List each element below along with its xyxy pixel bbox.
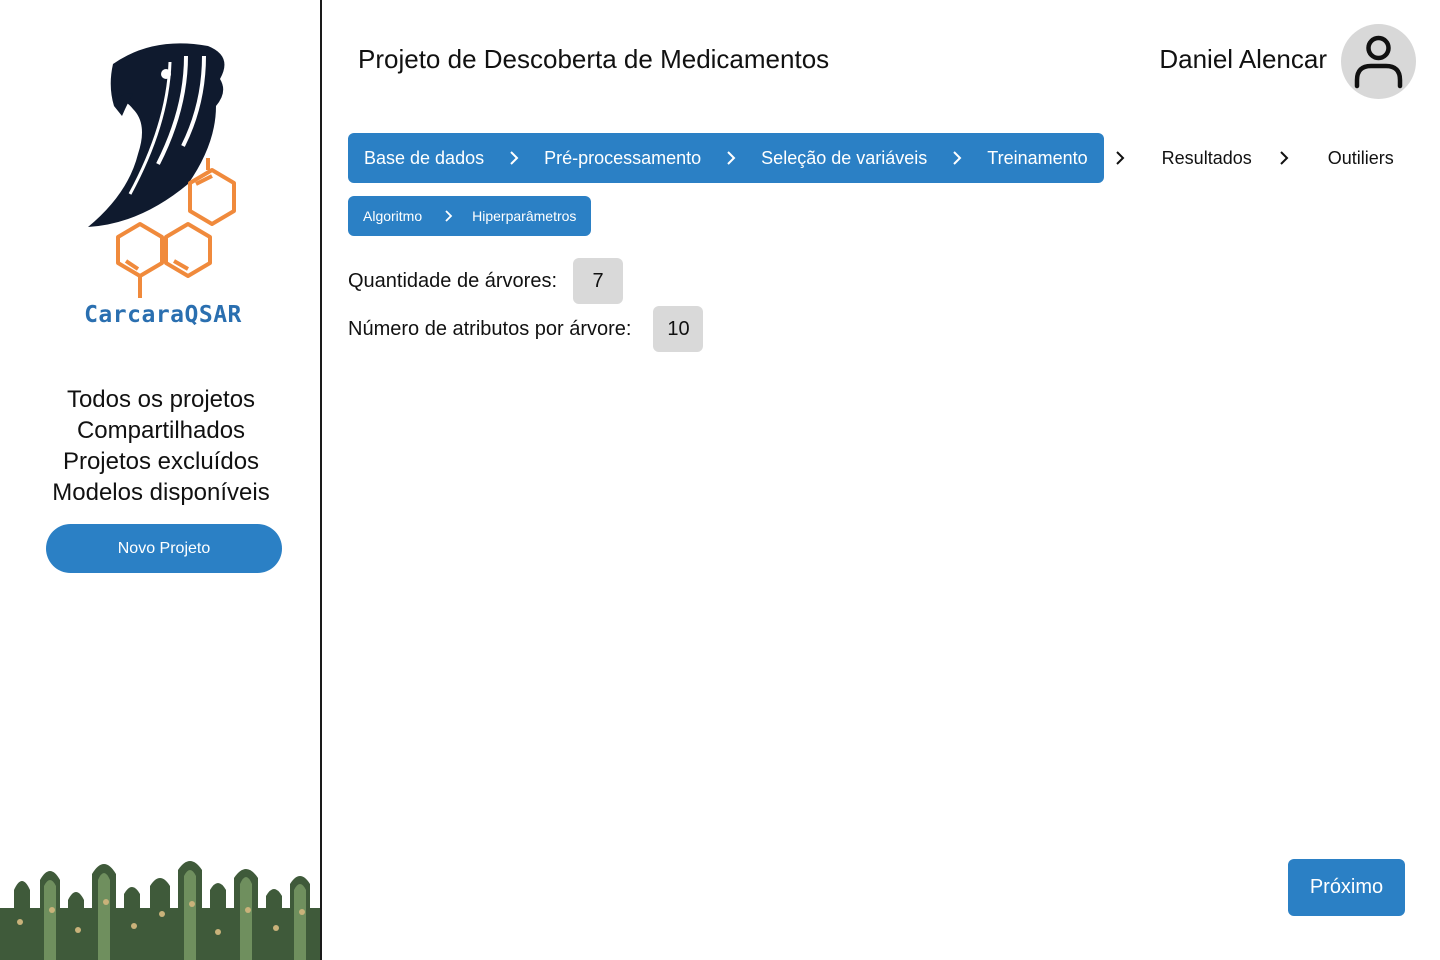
sidebar-item-projetos-excluidos[interactable]: Projetos excluídos (0, 446, 320, 477)
chevron-right-icon (727, 151, 736, 165)
next-button[interactable]: Próximo (1288, 859, 1405, 916)
chevron-right-icon (445, 210, 453, 222)
chevron-right-icon (953, 151, 962, 165)
chevron-right-icon (1115, 151, 1125, 165)
sidebar-nav: Todos os projetos Compartilhados Projeto… (0, 384, 320, 508)
new-project-button[interactable]: Novo Projeto (46, 524, 282, 573)
workflow-steps: Base de dados Pré-processamento Seleção … (348, 133, 1394, 183)
step-selecao-de-variaveis[interactable]: Seleção de variáveis (761, 148, 927, 169)
sidebar-item-todos-os-projetos[interactable]: Todos os projetos (0, 384, 320, 415)
step-treinamento[interactable]: Treinamento (987, 148, 1087, 169)
attributes-per-tree-input[interactable]: 10 (653, 306, 704, 352)
completed-steps: Base de dados Pré-processamento Seleção … (348, 133, 1104, 183)
upcoming-steps: Resultados Outiliers (1104, 148, 1394, 169)
avatar[interactable] (1341, 24, 1416, 99)
user-icon (1354, 35, 1403, 89)
substep-hiperparametros[interactable]: Hiperparâmetros (472, 208, 576, 224)
carcara-bird-molecule-logo (88, 43, 236, 298)
carcaraqsar-logo[interactable]: CarcaraQSAR (78, 34, 248, 339)
substep-algoritmo[interactable]: Algoritmo (363, 208, 422, 224)
step-resultados[interactable]: Resultados (1162, 148, 1252, 169)
cactus-illustration (0, 861, 320, 960)
sidebar: CarcaraQSAR Todos os projetos Compartilh… (0, 0, 322, 960)
chevron-right-icon (1280, 151, 1289, 165)
param-label-attributes: Número de atributos por árvore: (348, 317, 632, 340)
chevron-right-icon (510, 151, 519, 165)
param-label-trees: Quantidade de árvores: (348, 269, 558, 292)
param-row-attributes: Número de atributos por árvore: 10 (348, 306, 704, 352)
step-outliers[interactable]: Outiliers (1328, 148, 1394, 169)
trees-count-input[interactable]: 7 (573, 258, 624, 304)
step-base-de-dados[interactable]: Base de dados (364, 148, 484, 169)
logo-text: CarcaraQSAR (84, 302, 242, 328)
param-row-trees: Quantidade de árvores: 7 (348, 258, 624, 304)
user-name: Daniel Alencar (1159, 44, 1327, 74)
page-title: Projeto de Descoberta de Medicamentos (358, 44, 830, 74)
sidebar-item-compartilhados[interactable]: Compartilhados (0, 415, 320, 446)
training-substeps: Algoritmo Hiperparâmetros (348, 196, 592, 236)
step-pre-processamento[interactable]: Pré-processamento (544, 148, 701, 169)
sidebar-item-modelos-disponiveis[interactable]: Modelos disponíveis (0, 477, 320, 508)
